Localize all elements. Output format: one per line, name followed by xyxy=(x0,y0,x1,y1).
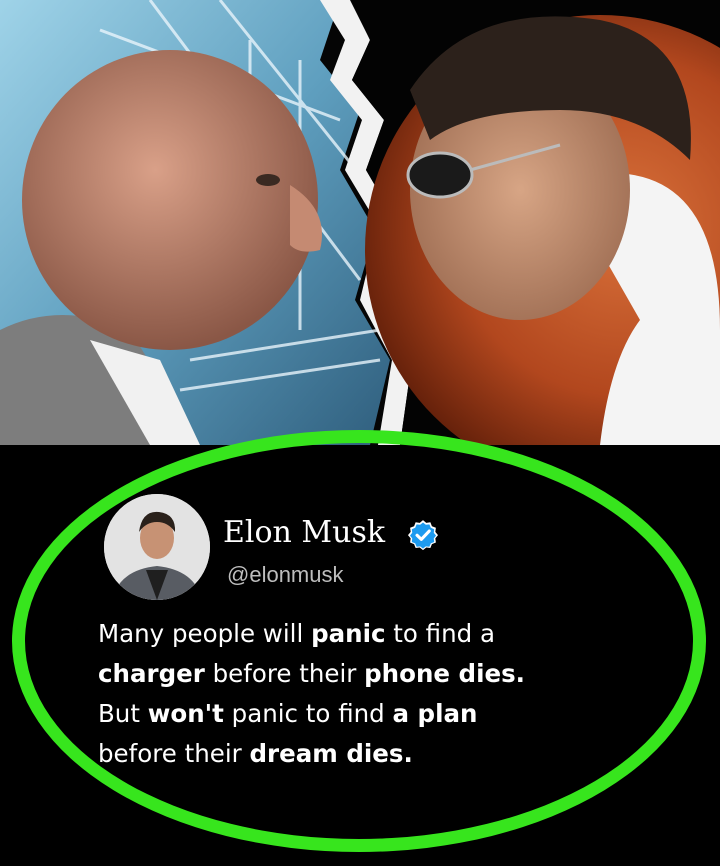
text-segment-bold: charger xyxy=(98,659,205,688)
text-segment: before their xyxy=(98,739,250,768)
text-segment-bold: a plan xyxy=(392,699,478,728)
author-handle[interactable]: @elonmusk xyxy=(227,562,344,588)
tweet-line-1: Many people will panic to find a xyxy=(98,614,658,654)
text-segment-bold: panic xyxy=(311,619,386,648)
text-segment: before their xyxy=(204,659,365,688)
verified-badge-icon xyxy=(407,520,439,551)
author-name[interactable]: Elon Musk xyxy=(223,518,385,548)
text-segment: panic to find xyxy=(223,699,393,728)
avatar-image xyxy=(104,494,210,600)
text-segment-bold: won't xyxy=(147,699,224,728)
avatar[interactable] xyxy=(104,494,210,600)
text-segment: to find a xyxy=(385,619,495,648)
tweet-line-4: before their dream dies. xyxy=(98,734,658,774)
text-segment: Many people will xyxy=(98,619,312,648)
tweet-line-3: But won't panic to find a plan xyxy=(98,694,658,734)
photo-collage xyxy=(0,0,720,445)
text-segment-bold: dream dies. xyxy=(249,739,413,768)
text-segment-bold: phone dies. xyxy=(364,659,525,688)
text-segment: But xyxy=(98,699,148,728)
collage-illustration xyxy=(0,0,720,445)
tweet-text: Many people will panic to find a charger… xyxy=(98,614,658,774)
tweet-line-2: charger before their phone dies. xyxy=(98,654,658,694)
